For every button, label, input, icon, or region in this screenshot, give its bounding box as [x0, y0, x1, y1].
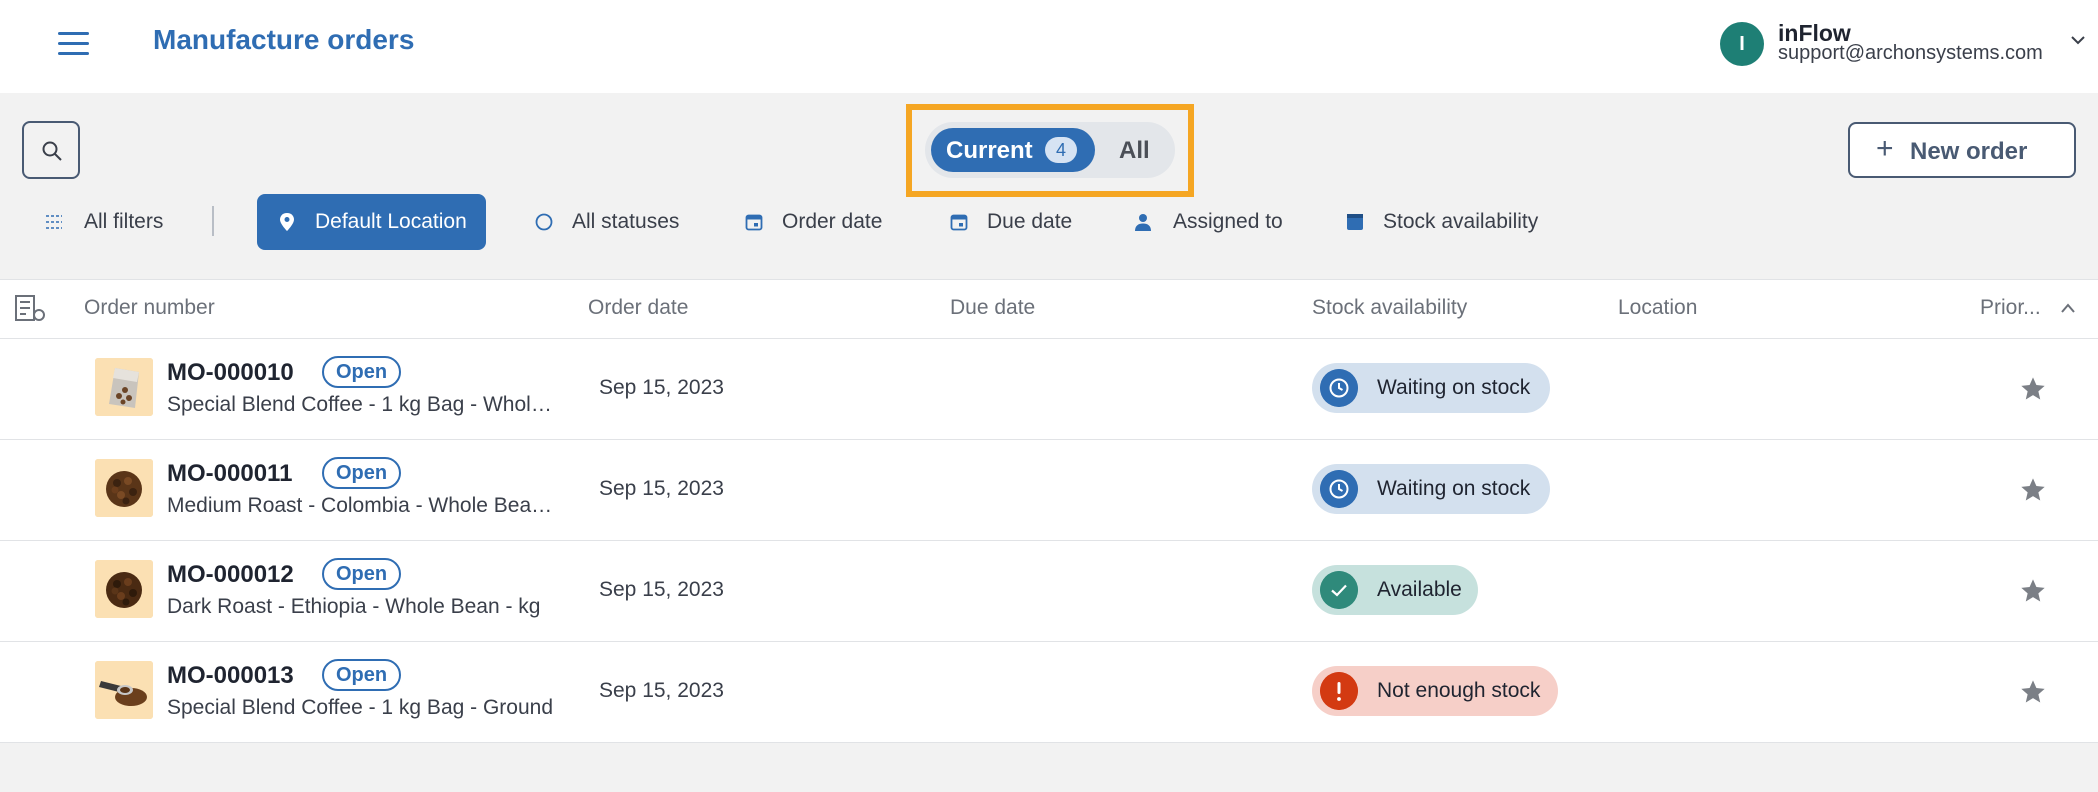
menu-line [58, 42, 89, 45]
location-filter-label: Default Location [315, 210, 467, 233]
stock-status-label: Not enough stock [1377, 679, 1541, 702]
avatar: I [1720, 22, 1764, 66]
stock-status-badge: Waiting on stock [1312, 464, 1550, 514]
coffee-beans-image [95, 560, 153, 618]
column-header-due-date[interactable]: Due date [950, 296, 1035, 320]
account-menu[interactable]: I inFlow support@archonsystems.com [1698, 18, 2098, 78]
priority-star-icon[interactable] [2019, 577, 2047, 605]
table-row[interactable]: MO-000011 Open Medium Roast - Colombia -… [0, 440, 2098, 541]
filter-divider [212, 206, 214, 236]
column-header-priority[interactable]: Prior... [1980, 296, 2041, 320]
priority-star-icon[interactable] [2019, 375, 2047, 403]
tab-current-count-badge: 4 [1045, 137, 1077, 163]
search-button[interactable] [22, 121, 80, 179]
priority-star-icon[interactable] [2019, 678, 2047, 706]
top-bar: Manufacture orders I inFlow support@arch… [0, 0, 2098, 93]
order-date: Sep 15, 2023 [599, 477, 724, 500]
table-row[interactable]: MO-000013 Open Special Blend Coffee - 1 … [0, 642, 2098, 743]
circle-status-icon [535, 213, 553, 231]
all-filters-button[interactable]: All filters [44, 194, 174, 250]
order-description: Special Blend Coffee - 1 kg Bag - Whole … [167, 393, 562, 416]
due-date-filter-label: Due date [987, 210, 1073, 233]
stock-status-badge: Waiting on stock [1312, 363, 1550, 413]
user-icon [1135, 214, 1151, 231]
sort-ascending-icon[interactable] [2060, 302, 2076, 314]
product-thumbnail [95, 459, 153, 517]
column-header-location[interactable]: Location [1618, 296, 1697, 320]
tab-all[interactable]: All [1119, 137, 1150, 165]
order-date: Sep 15, 2023 [599, 376, 724, 399]
order-number[interactable]: MO-000010 [167, 359, 294, 387]
plus-icon: + [1876, 132, 1894, 165]
new-order-button[interactable]: + New order [1848, 122, 2076, 178]
orders-table: Order number Order date Due date Stock a… [0, 279, 2098, 743]
calendar-icon [745, 214, 763, 231]
status-filter[interactable]: All statuses [534, 194, 694, 250]
all-filters-label: All filters [84, 210, 164, 233]
account-email: support@archonsystems.com [1778, 42, 2043, 64]
stock-availability-filter[interactable]: Stock availability [1345, 194, 1555, 250]
new-order-label: New order [1910, 138, 2028, 165]
stock-status-badge: Not enough stock [1312, 666, 1558, 716]
ground-coffee-image [95, 661, 153, 719]
chevron-down-icon[interactable] [2068, 30, 2088, 50]
view-tabs: Current 4 All [925, 122, 1175, 178]
status-filter-label: All statuses [572, 210, 680, 233]
menu-line [58, 32, 89, 35]
column-header-order-number[interactable]: Order number [84, 296, 215, 320]
box-icon [1347, 214, 1363, 230]
filter-sliders-icon [46, 215, 62, 229]
check-icon [1320, 571, 1358, 609]
order-number[interactable]: MO-000011 [167, 460, 292, 488]
coffee-bag-image [95, 358, 153, 416]
stock-status-badge: Available [1312, 565, 1478, 615]
order-date-filter[interactable]: Order date [744, 194, 894, 250]
clock-icon [1320, 369, 1358, 407]
assigned-to-filter-label: Assigned to [1173, 210, 1283, 233]
product-thumbnail [95, 358, 153, 416]
column-header-order-date[interactable]: Order date [588, 296, 688, 320]
order-description: Special Blend Coffee - 1 kg Bag - Ground [167, 696, 554, 719]
table-row[interactable]: MO-000010 Open Special Blend Coffee - 1 … [0, 339, 2098, 440]
order-description: Medium Roast - Colombia - Whole Bean - k… [167, 494, 562, 517]
map-pin-icon [280, 213, 294, 231]
tab-current-label: Current [946, 137, 1033, 164]
priority-star-icon[interactable] [2019, 476, 2047, 504]
product-thumbnail [95, 661, 153, 719]
table-header: Order number Order date Due date Stock a… [0, 280, 2098, 339]
order-number[interactable]: MO-000013 [167, 662, 294, 690]
status-badge: Open [322, 457, 402, 489]
hamburger-menu-button[interactable] [56, 30, 92, 58]
page-title: Manufacture orders [153, 24, 415, 55]
status-badge: Open [322, 558, 402, 590]
stock-status-label: Waiting on stock [1377, 477, 1531, 500]
order-date: Sep 15, 2023 [599, 578, 724, 601]
status-badge: Open [322, 659, 402, 691]
column-settings-icon[interactable] [14, 294, 48, 324]
assigned-to-filter[interactable]: Assigned to [1133, 194, 1293, 250]
alert-icon [1320, 672, 1358, 710]
calendar-icon [950, 214, 968, 231]
coffee-beans-image [95, 459, 153, 517]
search-icon [42, 141, 62, 161]
product-thumbnail [95, 560, 153, 618]
order-date: Sep 15, 2023 [599, 679, 724, 702]
location-filter[interactable]: Default Location [257, 194, 486, 250]
column-header-stock-availability[interactable]: Stock availability [1312, 296, 1467, 320]
stock-status-label: Waiting on stock [1377, 376, 1531, 399]
stock-status-label: Available [1377, 578, 1462, 601]
stock-availability-filter-label: Stock availability [1383, 210, 1539, 233]
menu-line [58, 52, 89, 55]
order-description: Dark Roast - Ethiopia - Whole Bean - kg [167, 595, 541, 618]
order-date-filter-label: Order date [782, 210, 883, 233]
clock-icon [1320, 470, 1358, 508]
order-number[interactable]: MO-000012 [167, 561, 294, 589]
due-date-filter[interactable]: Due date [949, 194, 1079, 250]
tab-current[interactable]: Current 4 [931, 128, 1095, 172]
status-badge: Open [322, 356, 402, 388]
table-row[interactable]: MO-000012 Open Dark Roast - Ethiopia - W… [0, 541, 2098, 642]
